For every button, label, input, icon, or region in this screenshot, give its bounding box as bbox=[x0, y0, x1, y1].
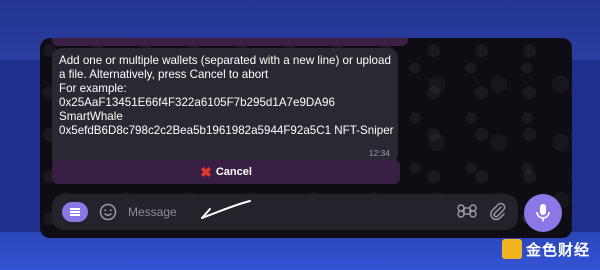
cancel-button[interactable]: ✖ Cancel bbox=[52, 160, 400, 184]
message-line: a file. Alternatively, press Cancel to a… bbox=[59, 68, 269, 81]
command-icon[interactable] bbox=[456, 200, 478, 222]
smiley-icon[interactable] bbox=[98, 202, 118, 222]
microphone-icon bbox=[536, 204, 550, 222]
arrow-annotation bbox=[201, 200, 251, 219]
chat-window: Add one or multiple wallets (separated w… bbox=[40, 38, 572, 238]
message-line: Add one or multiple wallets (separated w… bbox=[59, 54, 391, 67]
message-line: For example: bbox=[59, 82, 127, 95]
watermark: 金色财经 bbox=[502, 238, 590, 260]
cross-mark-icon: ✖ bbox=[200, 164, 212, 180]
message-composer: Message bbox=[52, 194, 518, 230]
watermark-text: 金色财经 bbox=[526, 241, 591, 259]
message-line: SmartWhale bbox=[59, 110, 123, 123]
message-line: 0x5efdB6D8c798c2c2Bea5b1961982a5944F92a5… bbox=[59, 124, 394, 137]
previous-button-strip bbox=[52, 38, 408, 46]
watermark-logo bbox=[502, 239, 522, 259]
bot-message-bubble: Add one or multiple wallets (separated w… bbox=[52, 48, 398, 164]
message-input[interactable]: Message bbox=[128, 205, 177, 219]
message-time: 12:34 bbox=[368, 148, 390, 158]
paperclip-icon[interactable] bbox=[486, 200, 508, 222]
cancel-button-label: Cancel bbox=[215, 166, 252, 178]
message-line: 0x25AaF13451E66f4F322a6105F7b295d1A7e9DA… bbox=[59, 96, 335, 109]
menu-icon[interactable] bbox=[62, 202, 88, 222]
microphone-button[interactable] bbox=[524, 194, 562, 232]
